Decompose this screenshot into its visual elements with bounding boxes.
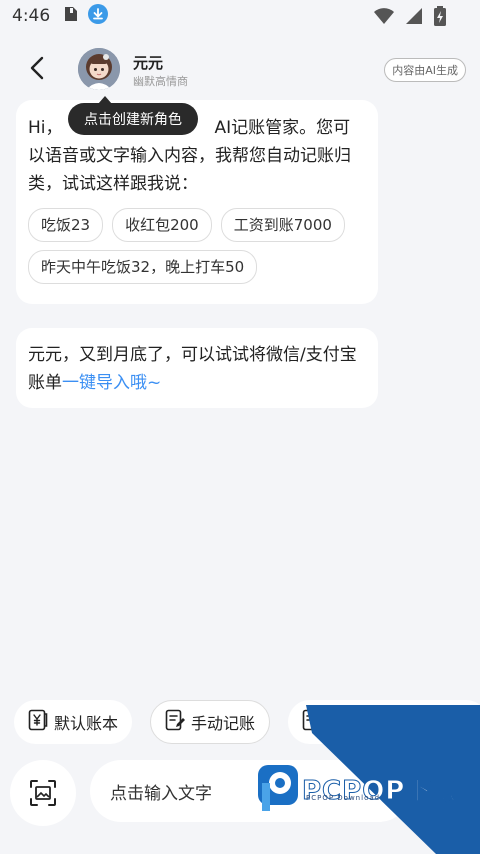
bill-import-icon	[302, 709, 322, 735]
download-icon	[88, 4, 109, 28]
ledger-icon	[28, 709, 48, 735]
battery-icon	[434, 6, 446, 30]
chat-header: 元元 幽默高情商 内容由AI生成	[0, 36, 480, 100]
manual-entry-button[interactable]: 手动记账	[150, 700, 271, 744]
create-character-tooltip[interactable]: 点击创建新角色	[68, 96, 198, 135]
edit-note-icon	[165, 709, 185, 735]
bot-subtitle: 幽默高情商	[133, 75, 188, 88]
default-account-label: 默认账本	[54, 714, 119, 733]
tooltip-arrow	[98, 96, 112, 104]
image-scan-icon	[30, 780, 56, 806]
suggestion-chip[interactable]: 吃饭23	[28, 208, 104, 242]
manual-entry-label: 手动记账	[191, 714, 256, 733]
suggestion-chip[interactable]: 昨天中午吃饭32，晚上打车50	[28, 250, 258, 284]
signal-icon	[406, 8, 422, 28]
greeting-message: Hi， AI记账管家。您可以语音或文字输入内容，我帮您自动记账归类，试试这样跟我说…	[16, 100, 378, 304]
reminder-text: 元元，又到月底了，可以试试将微信/支付宝账单一键导入哦~	[28, 341, 366, 397]
back-button[interactable]	[24, 54, 50, 82]
quick-actions-bar: 默认账本 手动记账 不	[0, 698, 480, 746]
default-account-button[interactable]: 默认账本	[14, 700, 133, 744]
sim-card-icon	[64, 6, 78, 26]
import-bill-button[interactable]: 不	[288, 700, 480, 744]
bot-name: 元元	[133, 54, 164, 72]
suggestion-chip[interactable]: 收红包200	[112, 208, 212, 242]
import-bill-label-partial: 不	[468, 714, 480, 733]
pcpop-logo-icon	[258, 765, 298, 811]
image-input-button[interactable]	[10, 760, 76, 826]
watermark-logo: PCPOP下载 PCPOP Download	[256, 760, 468, 816]
suggestion-chips: 吃饭23 收红包200 工资到账7000 昨天中午吃饭32，晚上打车50	[28, 208, 366, 284]
import-bill-link[interactable]: 一键导入哦~	[62, 373, 161, 393]
watermark-sub: PCPOP Download	[306, 794, 381, 802]
reminder-message: 元元，又到月底了，可以试试将微信/支付宝账单一键导入哦~	[16, 328, 378, 408]
home-indicator	[0, 842, 480, 854]
wifi-icon	[374, 8, 394, 28]
tooltip-text: 点击创建新角色	[84, 112, 182, 128]
status-time: 4:46	[12, 6, 51, 26]
greeting-text-start: Hi，	[28, 118, 63, 138]
suggestion-chip[interactable]: 工资到账7000	[220, 208, 345, 242]
avatar[interactable]	[78, 48, 120, 90]
ai-generated-badge: 内容由AI生成	[384, 58, 466, 82]
chevron-left-icon	[30, 56, 44, 80]
status-bar: 4:46	[0, 0, 480, 32]
